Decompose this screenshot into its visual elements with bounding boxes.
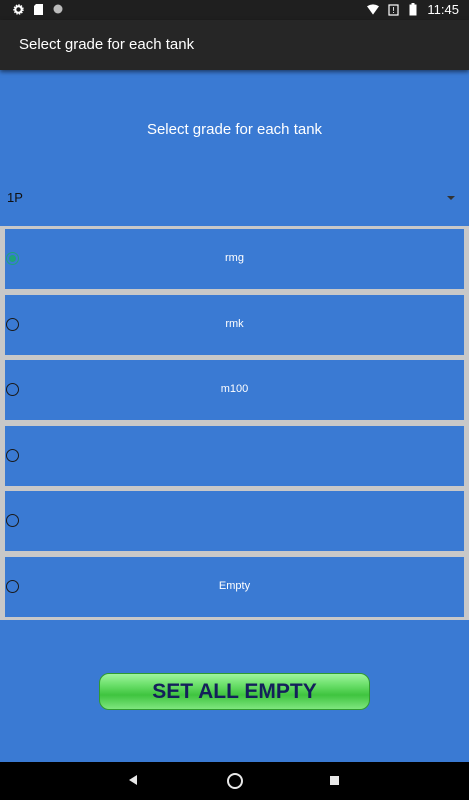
circle-icon bbox=[52, 3, 64, 15]
recent-apps-icon[interactable] bbox=[330, 776, 339, 785]
grade-option-row[interactable] bbox=[5, 426, 464, 486]
grade-option-label: Empty bbox=[218, 580, 251, 592]
grade-option-label: rmk bbox=[225, 318, 244, 330]
app-bar: Select grade for each tank bbox=[0, 20, 469, 70]
grade-list: rmg rmk m100 Empty bbox=[0, 226, 469, 620]
navigation-bar bbox=[0, 762, 469, 800]
page-heading: Select grade for each tank bbox=[146, 121, 323, 138]
status-time: 11:45 bbox=[427, 2, 459, 17]
no-sim-icon: ! bbox=[387, 3, 399, 16]
grade-option-row[interactable]: rmg bbox=[5, 229, 464, 289]
tank-selector-dropdown[interactable]: 1P bbox=[0, 186, 469, 212]
dropdown-arrow-icon bbox=[447, 196, 455, 200]
grade-radio-button[interactable] bbox=[6, 449, 19, 462]
grade-option-row[interactable]: rmk bbox=[5, 295, 464, 355]
gear-icon bbox=[12, 3, 24, 15]
back-icon[interactable] bbox=[129, 775, 137, 785]
grade-radio-button[interactable] bbox=[6, 514, 19, 527]
app-bar-title: Select grade for each tank bbox=[19, 36, 195, 53]
grade-option-row[interactable]: m100 bbox=[5, 360, 464, 420]
wifi-icon bbox=[367, 4, 380, 16]
grade-option-row[interactable] bbox=[5, 491, 464, 551]
battery-icon bbox=[407, 3, 419, 16]
sd-card-icon bbox=[32, 3, 44, 15]
svg-text:!: ! bbox=[392, 6, 395, 15]
set-all-empty-button[interactable]: SET ALL EMPTY bbox=[99, 673, 370, 710]
tank-selector-value: 1P bbox=[7, 190, 23, 205]
status-bar: ! 11:45 bbox=[0, 0, 469, 20]
home-icon[interactable] bbox=[227, 773, 243, 789]
grade-option-row[interactable]: Empty bbox=[5, 557, 464, 617]
grade-option-label: rmg bbox=[225, 252, 244, 264]
grade-option-label: m100 bbox=[220, 383, 249, 395]
